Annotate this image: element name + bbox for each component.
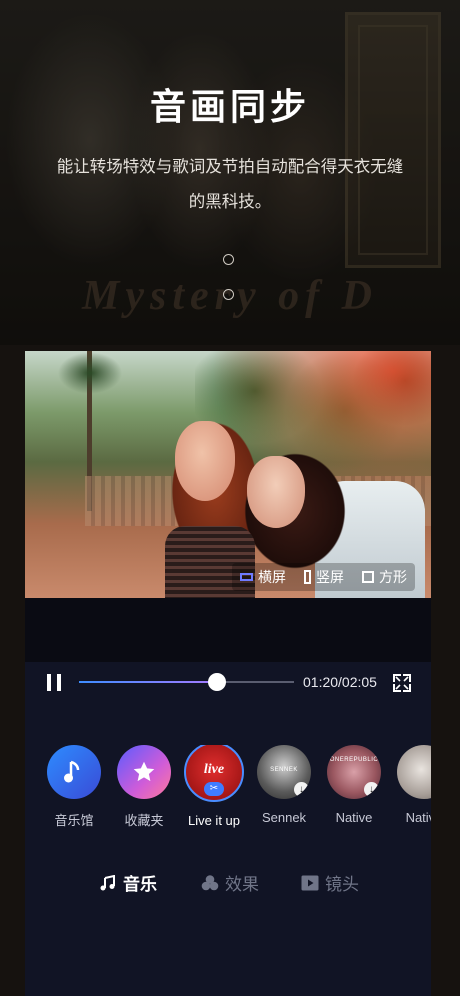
music-library-cover xyxy=(47,745,101,799)
tab-music[interactable]: 音乐 xyxy=(99,870,157,895)
music-item-label: Live it up xyxy=(187,813,241,828)
track-cover: SENNEK ↓ xyxy=(257,745,311,799)
feature-description-line: 的黑科技。 xyxy=(188,193,272,211)
video-preview[interactable]: 横屏 竖屏 方形 xyxy=(25,351,431,598)
feature-description-line: 能让转场特效与歌词及节拍自动配合得天衣无缝 xyxy=(56,158,404,176)
playback-controls: 01:20/02:05 xyxy=(25,662,431,702)
favorites-item[interactable]: 收藏夹 xyxy=(107,745,181,829)
portrait-icon xyxy=(304,570,311,584)
track-item[interactable]: Native xyxy=(387,745,431,825)
hero-banner: Mystery of D 音画同步 能让转场特效与歌词及节拍自动配合得天衣无缝 … xyxy=(0,0,460,345)
music-library-item[interactable]: 音乐馆 xyxy=(37,745,111,829)
track-item-selected[interactable]: live ✂ Live it up xyxy=(177,745,251,828)
cover-text: live xyxy=(203,762,225,777)
cover-text: ONEREPUBLIC xyxy=(329,757,379,763)
tab-music-label: 音乐 xyxy=(123,875,157,894)
square-icon xyxy=(362,571,374,583)
scissors-icon[interactable]: ✂ xyxy=(204,782,224,796)
tab-effects-label: 效果 xyxy=(225,875,259,894)
track-cover: live ✂ xyxy=(184,745,244,802)
progress-handle[interactable] xyxy=(207,673,226,691)
page-title: 音画同步 xyxy=(149,86,310,127)
video-letterbox xyxy=(25,598,431,662)
effects-icon xyxy=(201,874,219,892)
tab-effects[interactable]: 效果 xyxy=(201,870,259,895)
aspect-ratio-selector: 横屏 竖屏 方形 xyxy=(232,563,415,591)
track-cover xyxy=(397,745,431,799)
download-icon[interactable]: ↓ xyxy=(364,782,379,797)
music-item-label: Sennek xyxy=(261,810,307,825)
editor-panel: 横屏 竖屏 方形 01:20/02:05 音乐馆 收藏夹 live ✂ Live… xyxy=(25,351,431,996)
track-item[interactable]: SENNEK ↓ Sennek xyxy=(247,745,321,825)
fullscreen-icon[interactable] xyxy=(393,674,411,692)
aspect-portrait-label: 竖屏 xyxy=(316,569,344,585)
tab-camera-label: 镜头 xyxy=(325,875,359,894)
music-item-label: Native xyxy=(405,810,431,825)
pager-dot[interactable] xyxy=(223,254,234,265)
track-item[interactable]: ONEREPUBLIC ↓ Native xyxy=(317,745,391,825)
time-display: 01:20/02:05 xyxy=(303,674,377,690)
feature-description: 能让转场特效与歌词及节拍自动配合得天衣无缝 的黑科技。 xyxy=(44,150,416,220)
aspect-landscape-label: 横屏 xyxy=(258,569,286,585)
play-icon xyxy=(301,874,319,892)
favorites-cover xyxy=(117,745,171,799)
aspect-landscape-option[interactable]: 横屏 xyxy=(240,567,286,587)
progress-track[interactable] xyxy=(79,673,294,691)
music-item-label: Native xyxy=(335,810,373,825)
landscape-icon xyxy=(240,573,253,581)
music-carousel: 音乐馆 收藏夹 live ✂ Live it up SENNEK ↓ Senne… xyxy=(25,745,431,835)
track-cover: ONEREPUBLIC ↓ xyxy=(327,745,381,799)
aspect-portrait-option[interactable]: 竖屏 xyxy=(304,567,344,587)
aspect-square-label: 方形 xyxy=(379,569,407,585)
cover-text: SENNEK xyxy=(270,767,298,773)
pause-icon[interactable] xyxy=(47,674,63,691)
music-note-icon xyxy=(99,874,117,892)
pager-dot[interactable] xyxy=(223,289,234,300)
progress-fill xyxy=(79,681,217,683)
music-note-icon xyxy=(47,745,101,799)
tab-camera[interactable]: 镜头 xyxy=(301,870,359,895)
download-icon[interactable]: ↓ xyxy=(294,782,309,797)
music-item-label: 收藏夹 xyxy=(124,813,164,828)
aspect-square-option[interactable]: 方形 xyxy=(362,567,407,587)
music-item-label: 音乐馆 xyxy=(54,813,94,828)
star-icon xyxy=(117,745,171,799)
